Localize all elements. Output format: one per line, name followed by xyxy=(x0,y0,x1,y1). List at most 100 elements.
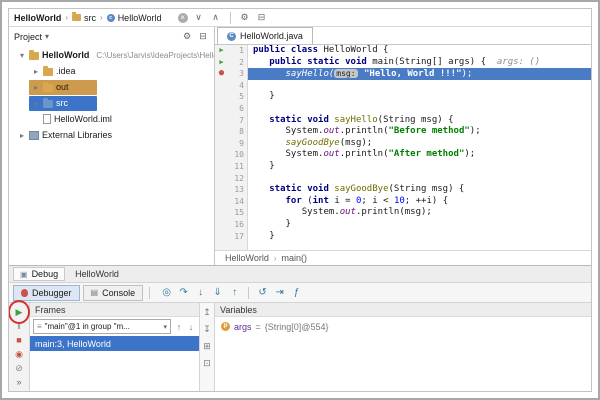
settings-icon[interactable]: ⚙ xyxy=(181,31,193,43)
pause-button[interactable]: ‖ xyxy=(13,320,26,332)
frame-item[interactable]: main:3, HelloWorld xyxy=(30,336,199,351)
dropdown-arrow-icon: ▾ xyxy=(163,323,167,331)
frame-down-icon[interactable]: ↓ xyxy=(186,321,196,333)
tree-item-label: out xyxy=(56,82,69,92)
divider xyxy=(230,12,231,24)
tree-item-out[interactable]: ▸ out xyxy=(9,79,214,95)
chevron-down-icon[interactable]: ▾ xyxy=(18,51,26,60)
code-line[interactable]: for (int i = 0; i < 10; ++i) { xyxy=(248,196,591,208)
variables-header: Variables xyxy=(215,303,591,317)
code-line[interactable]: static void sayHello(String msg) { xyxy=(248,115,591,127)
force-step-into-icon[interactable]: ⇓ xyxy=(211,286,224,300)
project-panel-title[interactable]: Project xyxy=(14,32,42,42)
step-over-icon[interactable]: ↷ xyxy=(177,286,190,300)
code-line[interactable]: static void sayGoodBye(String msg) { xyxy=(248,184,591,196)
chevron-right-icon[interactable]: ▸ xyxy=(32,83,40,92)
step-out-icon[interactable]: ↑ xyxy=(228,286,241,300)
code-line[interactable]: } xyxy=(248,161,591,173)
chevron-up-icon[interactable]: ∧ xyxy=(210,12,222,24)
settings-icon[interactable]: ⚙ xyxy=(239,12,251,24)
debug-tab[interactable]: ▣ Debug xyxy=(13,267,65,281)
tree-item-external-libraries[interactable]: ▸External Libraries xyxy=(9,127,214,143)
tab-debugger[interactable]: Debugger xyxy=(13,285,80,301)
gutter-cell xyxy=(215,91,228,103)
gutter-cell xyxy=(215,219,228,231)
code-line[interactable]: public static void main(String[] args) {… xyxy=(248,57,591,69)
code-text: System. xyxy=(253,207,340,217)
show-execution-point-icon[interactable]: ◎ xyxy=(160,286,173,300)
code-line[interactable]: public class HelloWorld { xyxy=(248,45,591,57)
gutter-cell xyxy=(215,207,228,219)
tree-item--idea[interactable]: ▸ .idea xyxy=(9,63,214,79)
chevron-down-icon[interactable]: ∨ xyxy=(193,12,205,24)
gutter-cell xyxy=(215,103,228,115)
thread-selector[interactable]: ≡ "main"@1 in group "m... ▾ xyxy=(33,319,171,334)
up-stack-icon[interactable]: ↥ xyxy=(203,307,211,317)
breadcrumb-item[interactable]: cHelloWorld xyxy=(107,13,162,23)
code-line[interactable]: sayHello(msg: "Hello, World !!!"); xyxy=(248,68,591,80)
stop-button[interactable]: ■ xyxy=(13,334,26,346)
run-to-cursor-icon[interactable]: ⇥ xyxy=(273,286,286,300)
code-line[interactable]: sayGoodBye(msg); xyxy=(248,138,591,150)
close-icon[interactable]: × xyxy=(178,13,188,23)
line-number: 14 xyxy=(228,196,244,208)
chevron-down-icon[interactable]: ▾ xyxy=(45,32,49,41)
mute-breakpoints-button[interactable]: ⊘ xyxy=(13,362,26,374)
drop-frame-icon[interactable]: ↺ xyxy=(256,286,269,300)
gutter-cell xyxy=(215,80,228,92)
editor-tab[interactable]: C HelloWorld.java xyxy=(217,27,313,44)
run-icon[interactable]: ▶ xyxy=(215,45,228,57)
code-text: .println( xyxy=(340,126,389,136)
code-line[interactable] xyxy=(248,173,591,185)
breadcrumb-item[interactable]: HelloWorld xyxy=(225,253,269,263)
breadcrumb-separator: › xyxy=(100,13,103,22)
down-stack-icon[interactable]: ↧ xyxy=(203,324,211,334)
frame-up-icon[interactable]: ↑ xyxy=(174,321,184,333)
tree-item-helloworld-iml[interactable]: HelloWorld.iml xyxy=(9,111,214,127)
frames-list: main:3, HelloWorld xyxy=(30,336,199,391)
code-text: } xyxy=(253,161,275,171)
code-line[interactable]: System.out.println("Before method"); xyxy=(248,126,591,138)
code-editor: ▶▶● 1234567891011121314151617 public cla… xyxy=(215,45,591,250)
breakpoint-icon[interactable]: ● xyxy=(215,68,228,80)
breadcrumb-item[interactable]: main() xyxy=(282,253,308,263)
code-line[interactable]: } xyxy=(248,219,591,231)
tree-item-label: .idea xyxy=(56,66,76,76)
mid-strip: ↥ ↧ ⊞ ⊡ xyxy=(200,303,215,391)
folder-src-icon xyxy=(43,100,53,108)
code-line[interactable] xyxy=(248,80,591,92)
line-number: 1 xyxy=(228,45,244,57)
hide-panel-icon[interactable]: ⊟ xyxy=(256,12,268,24)
project-tree: ▾HelloWorldC:\Users\Jarvis\IdeaProjects\… xyxy=(9,46,214,265)
code-text: "Before method" xyxy=(389,126,470,136)
view-options-icon[interactable]: ⊡ xyxy=(203,358,211,368)
more-options-icon[interactable]: » xyxy=(13,376,26,388)
code-text: sayGoodBye xyxy=(286,138,340,148)
breadcrumb-item[interactable]: src xyxy=(72,13,96,23)
code-line[interactable]: System.out.println(msg); xyxy=(248,207,591,219)
tree-item-src[interactable]: ▸src xyxy=(9,95,214,111)
code-line[interactable]: System.out.println("After method"); xyxy=(248,149,591,161)
variable-row[interactable]: Pargs = {String[0]@554} xyxy=(221,320,585,333)
add-watch-icon[interactable]: ⊞ xyxy=(203,341,211,351)
view-breakpoints-button[interactable]: ◉ xyxy=(13,348,26,360)
breadcrumb-item[interactable]: HelloWorld xyxy=(14,13,61,23)
code-text: out xyxy=(340,207,356,217)
chevron-right-icon[interactable]: ▸ xyxy=(32,99,40,108)
thread-buttons: ↑↓ xyxy=(174,321,196,333)
tree-item-helloworld[interactable]: ▾HelloWorldC:\Users\Jarvis\IdeaProjects\… xyxy=(9,47,214,63)
hide-icon[interactable]: ⊟ xyxy=(197,31,209,43)
gutter-cell xyxy=(215,149,228,161)
run-icon[interactable]: ▶ xyxy=(215,57,228,69)
code-line[interactable]: } xyxy=(248,91,591,103)
code-text: out xyxy=(323,126,339,136)
folder-icon xyxy=(29,52,39,60)
chevron-right-icon[interactable]: ▸ xyxy=(32,67,40,76)
step-into-icon[interactable]: ↓ xyxy=(194,286,207,300)
evaluate-expression-icon[interactable]: ƒ xyxy=(290,286,303,300)
code-line[interactable] xyxy=(248,103,591,115)
code-line[interactable]: } xyxy=(248,231,591,243)
resume-button[interactable]: ▶ xyxy=(13,306,26,318)
chevron-right-icon[interactable]: ▸ xyxy=(18,131,26,140)
tab-console[interactable]: ▤ Console xyxy=(83,285,144,301)
